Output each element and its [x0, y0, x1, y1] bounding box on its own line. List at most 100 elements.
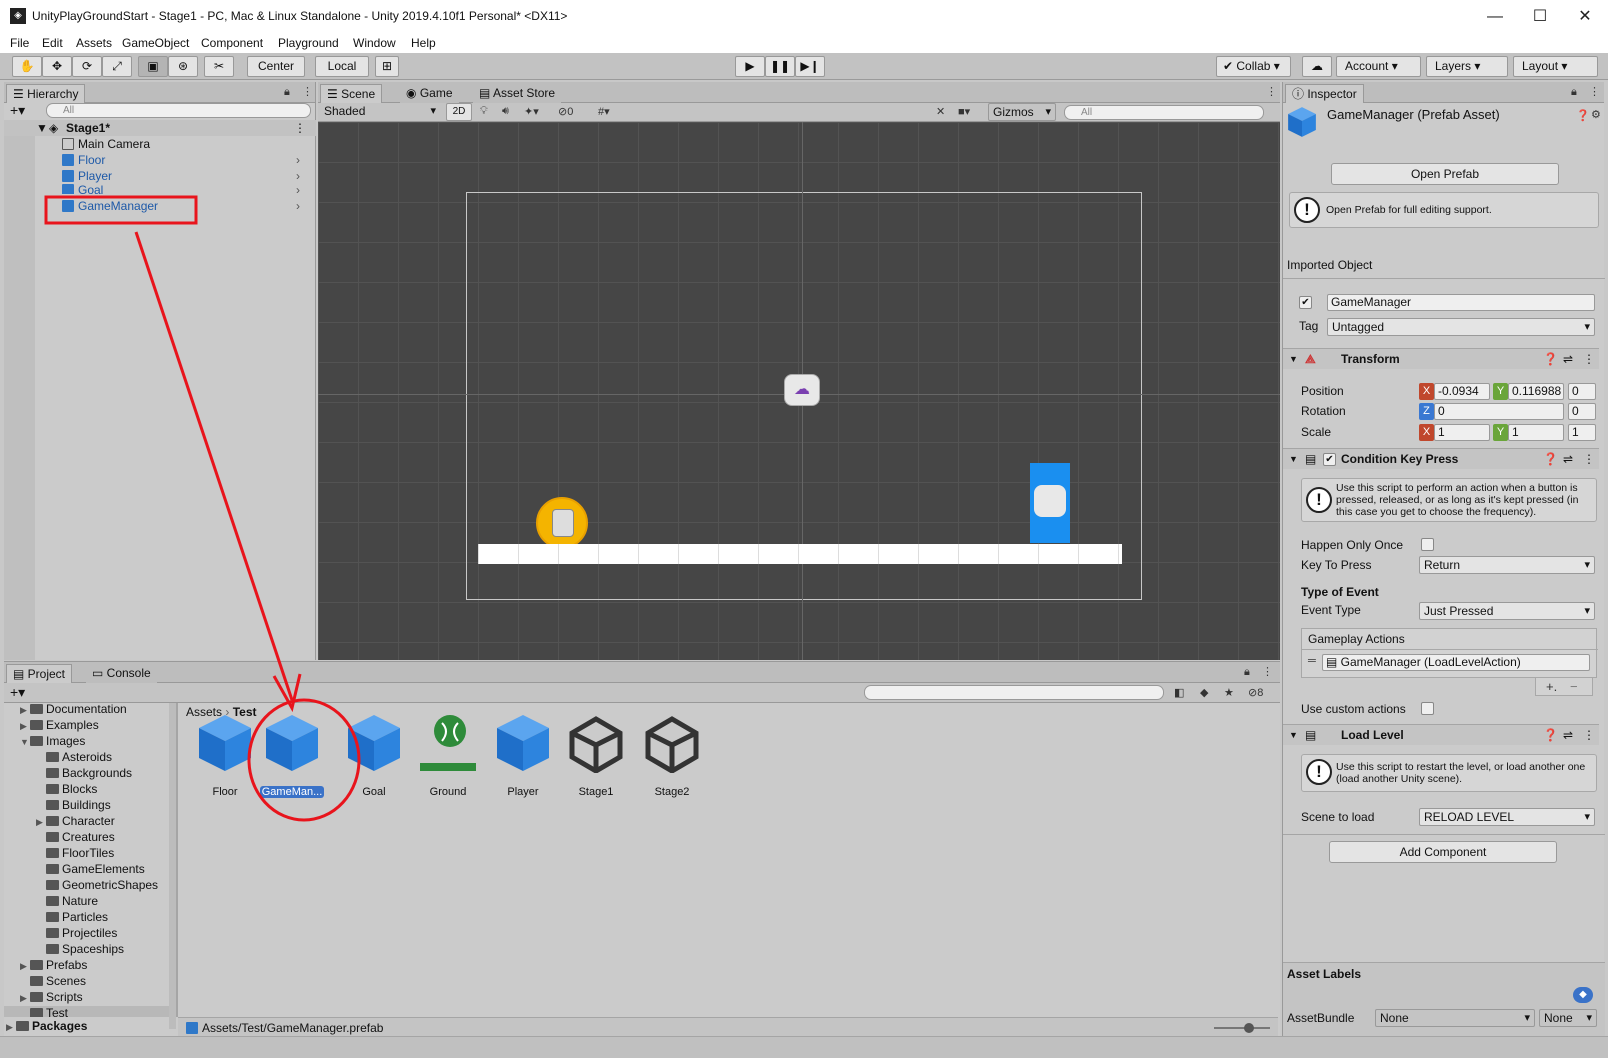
menu-component[interactable]: Component: [201, 36, 263, 50]
label-tag-icon[interactable]: ◆: [1573, 987, 1593, 1003]
close-button[interactable]: ✕: [1563, 4, 1607, 30]
custom-actions-checkbox[interactable]: [1421, 702, 1434, 715]
project-tree-scrollbar[interactable]: [169, 703, 176, 1029]
active-checkbox[interactable]: ✔: [1299, 296, 1312, 309]
scale-x-field[interactable]: 1: [1434, 424, 1490, 441]
preset-icon[interactable]: ⇌: [1563, 349, 1573, 369]
step-button[interactable]: ▶❙: [795, 56, 825, 77]
chevron-right-icon[interactable]: ›: [296, 152, 300, 168]
folder-projectiles[interactable]: Projectiles: [36, 926, 117, 941]
create-asset-button[interactable]: +▾: [10, 684, 25, 701]
hidden-objects-icon[interactable]: ⊘0: [558, 105, 573, 118]
scene-menu-icon[interactable]: ⋮: [294, 120, 306, 136]
folder-blocks[interactable]: Blocks: [36, 782, 97, 797]
folder-documentation[interactable]: ▶ Documentation: [20, 703, 127, 717]
menu-edit[interactable]: Edit: [42, 36, 63, 50]
local-pivot-button[interactable]: Local: [315, 56, 369, 77]
account-dropdown[interactable]: Account ▾: [1336, 56, 1421, 77]
hierarchy-item-floor[interactable]: Floor ›: [4, 152, 316, 168]
load-level-header[interactable]: ▼ ▤ Load Level ❓ ⇌ ⋮: [1283, 724, 1599, 745]
transform-header[interactable]: ▼ ⟁ Transform ❓ ⇌ ⋮: [1283, 348, 1599, 369]
kebab-icon[interactable]: ⋮: [1266, 85, 1277, 98]
assetbundle-variant-dropdown[interactable]: None: [1539, 1009, 1597, 1027]
kebab-icon[interactable]: ⋮: [302, 85, 313, 98]
grid-icon[interactable]: #▾: [598, 105, 610, 118]
transform-tool-icon[interactable]: ⊛: [168, 56, 198, 77]
collab-dropdown[interactable]: ✔ Collab ▾: [1216, 56, 1291, 77]
menu-assets[interactable]: Assets: [76, 36, 112, 50]
chevron-right-icon[interactable]: ›: [296, 182, 300, 194]
condition-key-press-header[interactable]: ▼ ▤ ✔ Condition Key Press ❓ ⇌ ⋮: [1283, 448, 1599, 469]
minimize-button[interactable]: —: [1473, 4, 1517, 30]
preset-icon[interactable]: ⇌: [1563, 725, 1573, 745]
shading-dropdown[interactable]: Shaded: [320, 103, 440, 121]
asset-floor[interactable]: Floor: [192, 713, 258, 798]
project-splitter[interactable]: [176, 703, 178, 1017]
effects-icon[interactable]: ✦▾: [524, 105, 539, 118]
hierarchy-item-goal[interactable]: Goal ›: [4, 182, 316, 194]
play-button[interactable]: ▶: [735, 56, 765, 77]
open-prefab-button[interactable]: Open Prefab: [1331, 163, 1559, 185]
folder-asteroids[interactable]: Asteroids: [36, 750, 112, 765]
gizmos-dropdown[interactable]: Gizmos: [988, 103, 1056, 121]
event-type-dropdown[interactable]: Just Pressed: [1419, 602, 1595, 620]
scene-viewport[interactable]: ☁: [318, 122, 1280, 660]
remove-item-icon[interactable]: −: [1570, 679, 1578, 694]
add-component-button[interactable]: Add Component: [1329, 841, 1557, 863]
hierarchy-item-gamemanager[interactable]: GameManager ›: [4, 198, 316, 214]
help-icon[interactable]: ❓: [1576, 109, 1590, 122]
scale-y-field[interactable]: 1: [1508, 424, 1564, 441]
tab-hierarchy[interactable]: ☰ Hierarchy: [6, 84, 86, 103]
tab-asset-store[interactable]: ▤ Asset Store: [473, 84, 562, 103]
scale-z-field[interactable]: 1: [1568, 424, 1596, 441]
lock-icon[interactable]: 🔒︎: [1571, 86, 1577, 99]
folder-floortiles[interactable]: FloorTiles: [36, 846, 114, 861]
move-tool-icon[interactable]: ✥: [42, 56, 72, 77]
assetbundle-dropdown[interactable]: None: [1375, 1009, 1535, 1027]
position-y-field[interactable]: 0.116988: [1508, 383, 1564, 400]
drag-handle-icon[interactable]: ═: [1308, 655, 1316, 667]
tools-icon[interactable]: ✕: [936, 105, 945, 118]
rect-tool-icon[interactable]: ▣: [138, 56, 168, 77]
hierarchy-item-main-camera[interactable]: Main Camera: [4, 136, 316, 152]
asset-stage1[interactable]: Stage1: [563, 713, 629, 798]
gameplay-action-field[interactable]: ▤ GameManager (LoadLevelAction): [1322, 654, 1590, 671]
scene-search-input[interactable]: All: [1064, 105, 1264, 120]
object-name-field[interactable]: GameManager: [1327, 294, 1595, 311]
help-icon[interactable]: ❓: [1543, 449, 1558, 469]
menu-playground[interactable]: Playground: [278, 36, 339, 50]
folder-backgrounds[interactable]: Backgrounds: [36, 766, 132, 781]
filter-label-icon[interactable]: ◆: [1200, 686, 1208, 699]
folder-test[interactable]: Test: [4, 1006, 169, 1017]
lock-icon[interactable]: 🔒︎: [284, 86, 290, 99]
lighting-icon[interactable]: 💡︎: [480, 105, 488, 118]
icon-size-slider[interactable]: [1214, 1023, 1270, 1033]
slider-thumb[interactable]: [1244, 1023, 1254, 1033]
pause-button[interactable]: ❚❚: [765, 56, 795, 77]
project-search-input[interactable]: [864, 685, 1164, 700]
create-button[interactable]: +▾: [10, 102, 25, 119]
folder-images[interactable]: ▼ Images: [20, 734, 85, 749]
asset-stage2[interactable]: Stage2: [639, 713, 705, 798]
kebab-icon[interactable]: ⋮: [1262, 665, 1273, 678]
custom-tool-icon[interactable]: ✂: [204, 56, 234, 77]
folder-character[interactable]: ▶ Character: [36, 814, 115, 829]
folder-particles[interactable]: Particles: [36, 910, 108, 925]
tab-project[interactable]: ▤ Project: [6, 664, 73, 683]
lock-icon[interactable]: 🔒︎: [1244, 666, 1250, 679]
position-z-field[interactable]: 0: [1568, 383, 1596, 400]
asset-gamemanager[interactable]: GameMan...: [259, 713, 325, 798]
folder-prefabs[interactable]: ▶ Prefabs: [20, 958, 87, 973]
tag-dropdown[interactable]: Untagged: [1327, 318, 1595, 336]
favorite-icon[interactable]: ★: [1224, 686, 1234, 699]
snap-icon[interactable]: ⊞: [375, 56, 399, 77]
folder-gameelements[interactable]: GameElements: [36, 862, 145, 877]
center-pivot-button[interactable]: Center: [247, 56, 305, 77]
help-icon[interactable]: ❓: [1543, 349, 1558, 369]
component-menu-icon[interactable]: ⋮: [1583, 449, 1595, 469]
settings-gear-icon[interactable]: ⚙: [1591, 108, 1601, 121]
happen-once-checkbox[interactable]: [1421, 538, 1434, 551]
player-sprite[interactable]: [536, 497, 588, 549]
hand-tool-icon[interactable]: ✋: [12, 56, 42, 77]
cloud-button[interactable]: ☁: [1302, 56, 1332, 77]
